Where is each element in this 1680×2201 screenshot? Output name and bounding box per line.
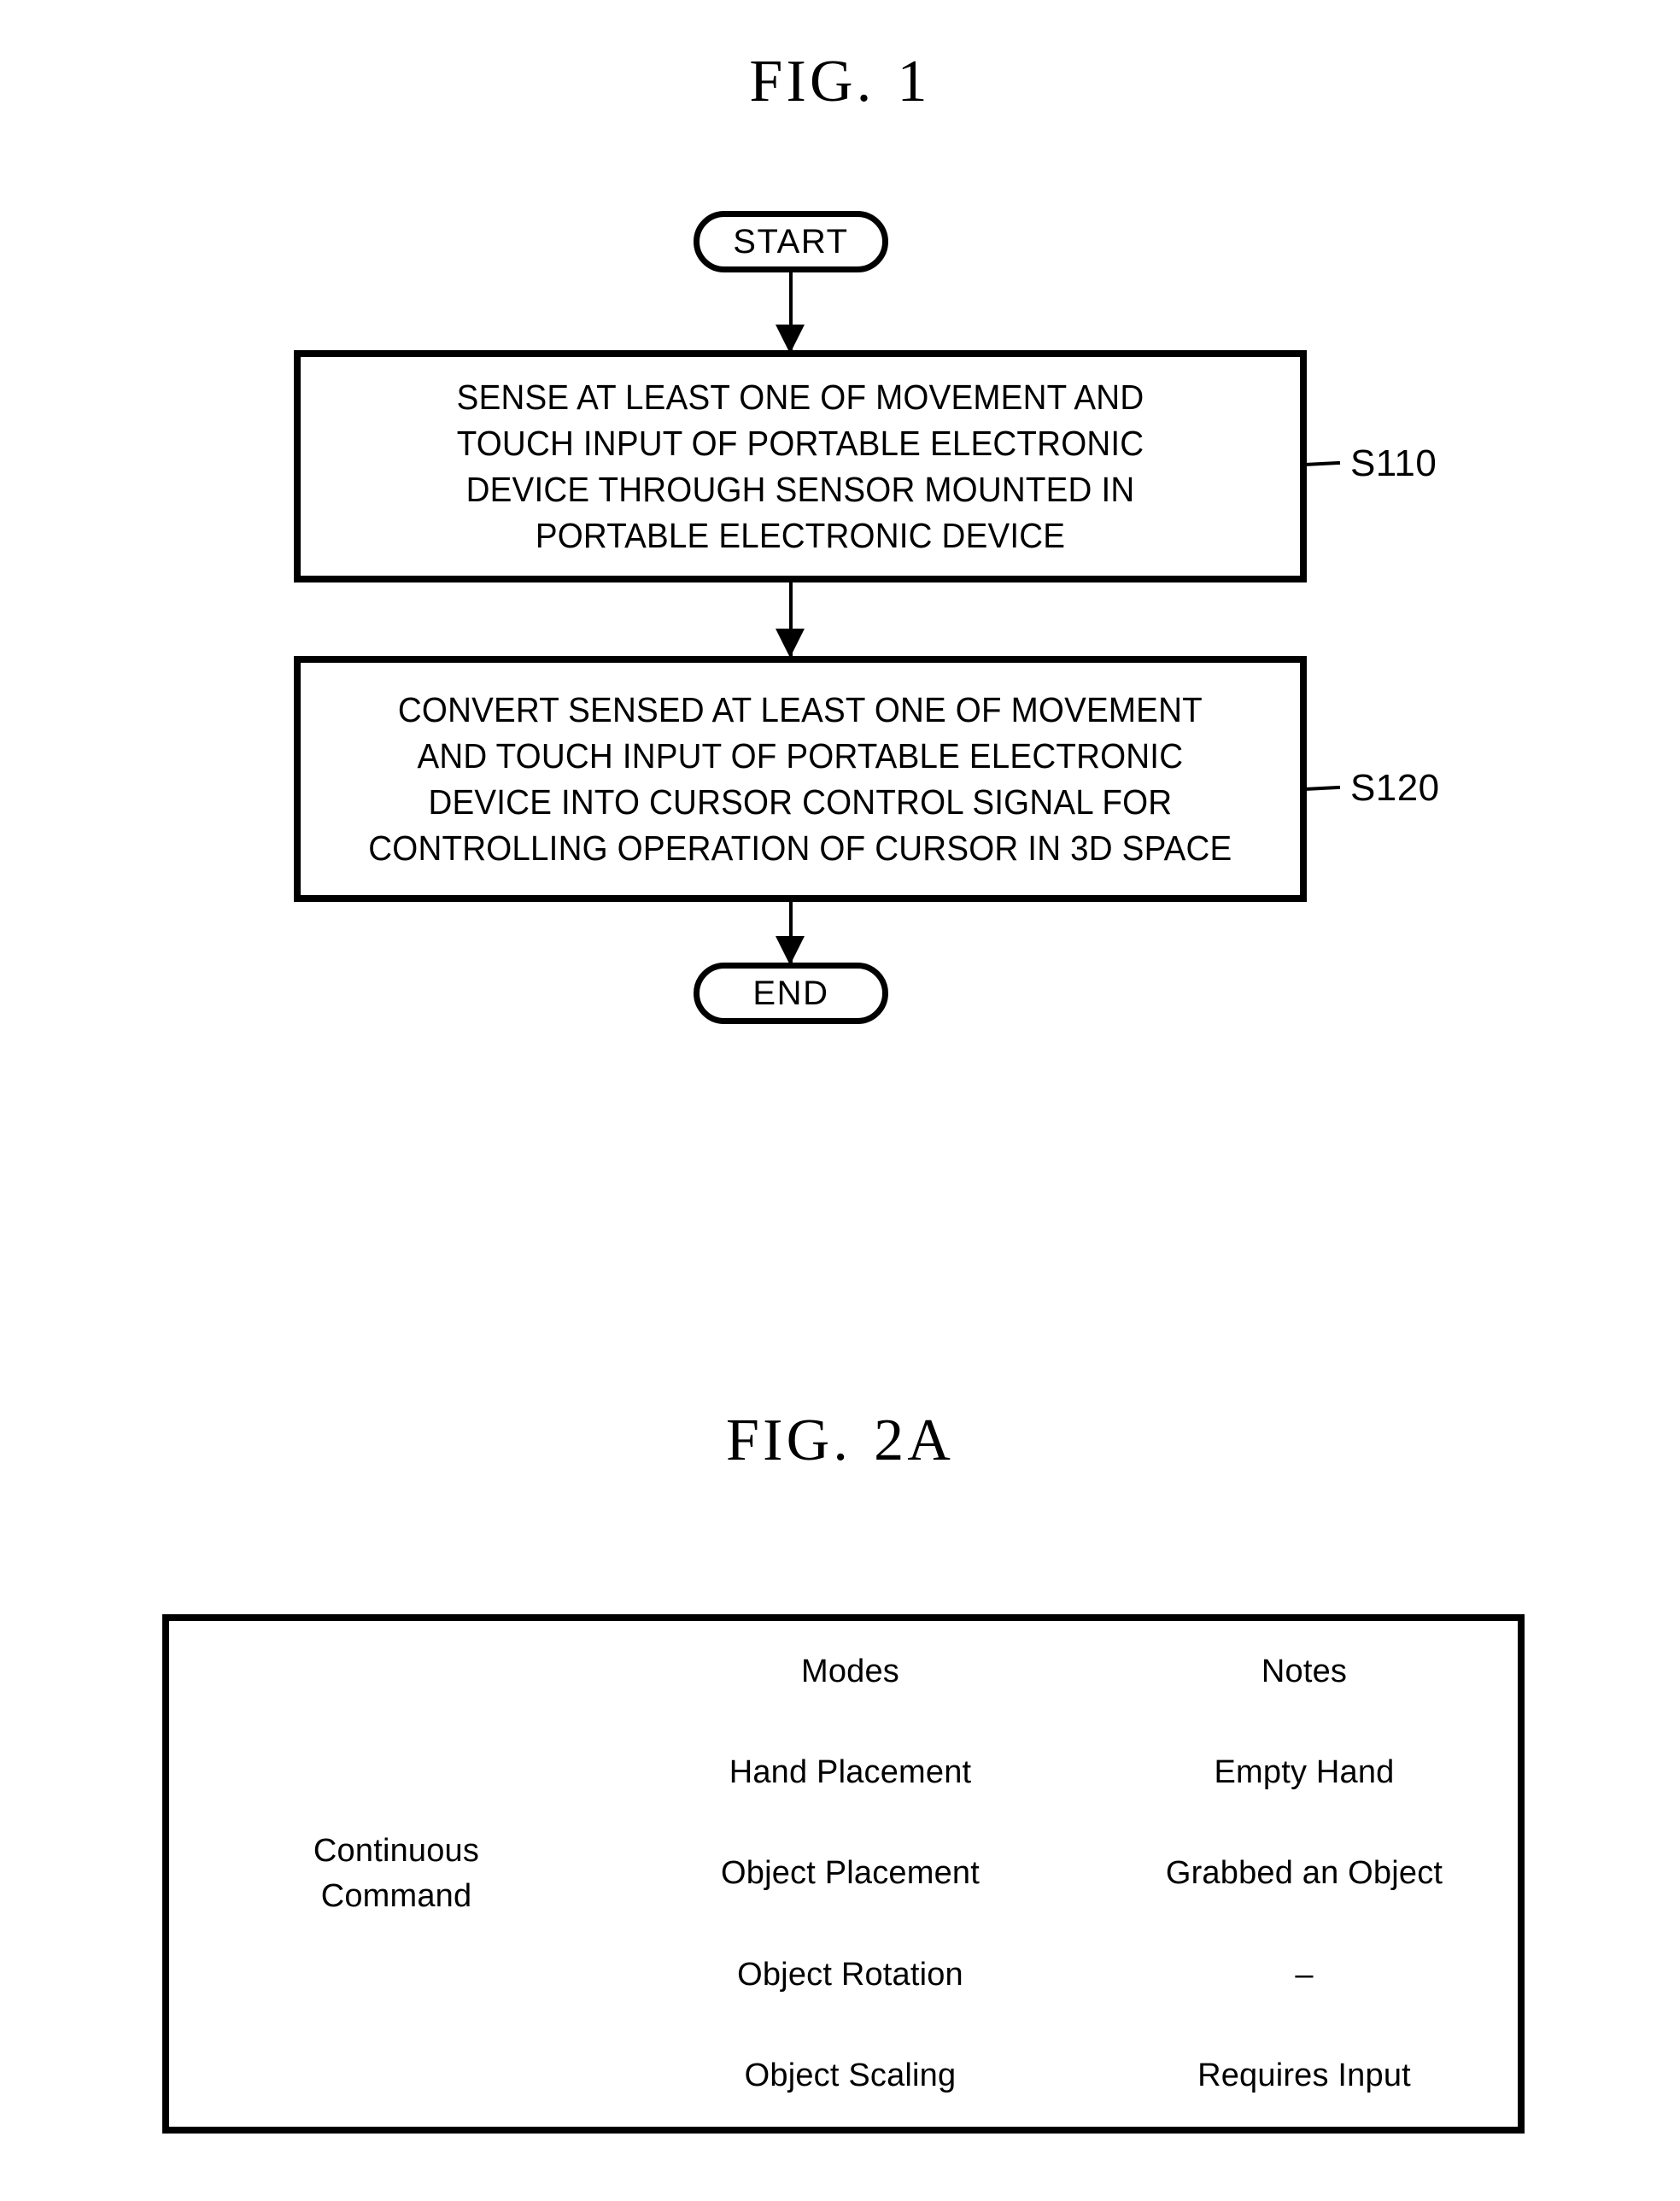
flowchart-start-label: START bbox=[733, 222, 849, 260]
leader-line-s110 bbox=[1302, 460, 1341, 467]
figure-1-flowchart: START SENSE AT LEAST ONE OF MOVEMENT AND… bbox=[0, 0, 1680, 1110]
table-header-notes: Notes bbox=[1261, 1653, 1348, 1689]
figure-2a-table: Continuous Command Modes Notes Hand Plac… bbox=[162, 1614, 1525, 2134]
table-cell-mode: Object Rotation bbox=[737, 1956, 963, 1993]
flowchart-end-node: END bbox=[694, 963, 888, 1024]
arrowhead-start-to-s110 bbox=[776, 325, 805, 354]
table-cell-mode: Object Placement bbox=[721, 1855, 980, 1892]
arrowhead-s120-to-end bbox=[776, 936, 805, 965]
table-header-modes: Modes bbox=[800, 1653, 899, 1689]
figure-2a-title-number: 2A bbox=[874, 1408, 955, 1473]
table-cell-note: Grabbed an Object bbox=[1165, 1855, 1443, 1892]
step-reference-s110: S110 bbox=[1302, 442, 1437, 485]
continuous-command-table: Continuous Command Modes Notes Hand Plac… bbox=[169, 1621, 1531, 2127]
table-cell-note: Empty Hand bbox=[1214, 1753, 1395, 1790]
table-header-row: Continuous Command Modes Notes bbox=[169, 1621, 1531, 1914]
flowchart-start-node: START bbox=[694, 211, 888, 272]
table-cell-mode: Hand Placement bbox=[729, 1753, 972, 1790]
process-box-s110: SENSE AT LEAST ONE OF MOVEMENT AND TOUCH… bbox=[294, 350, 1307, 582]
leader-line-s120 bbox=[1302, 785, 1341, 792]
step-reference-s110-label: S110 bbox=[1350, 442, 1437, 484]
table-cell-note: – bbox=[1295, 1956, 1314, 1993]
process-box-s120: CONVERT SENSED AT LEAST ONE OF MOVEMENT … bbox=[294, 656, 1307, 902]
flowchart-end-label: END bbox=[752, 974, 829, 1012]
figure-2a-title: FIG. 2A bbox=[0, 1407, 1680, 1475]
step-reference-s120-label: S120 bbox=[1350, 767, 1440, 809]
step-reference-s120: S120 bbox=[1302, 767, 1440, 810]
figure-2a-title-prefix: FIG. bbox=[725, 1408, 852, 1473]
process-box-s120-text: CONVERT SENSED AT LEAST ONE OF MOVEMENT … bbox=[368, 689, 1232, 869]
table-cell-mode: Object Scaling bbox=[744, 2058, 957, 2094]
arrowhead-s110-to-s120 bbox=[776, 629, 805, 658]
process-box-s110-text: SENSE AT LEAST ONE OF MOVEMENT AND TOUCH… bbox=[456, 377, 1144, 556]
table-row-label-continuous-command: Continuous Command bbox=[313, 1832, 480, 1914]
table-cell-note: Requires Input bbox=[1197, 2058, 1411, 2094]
